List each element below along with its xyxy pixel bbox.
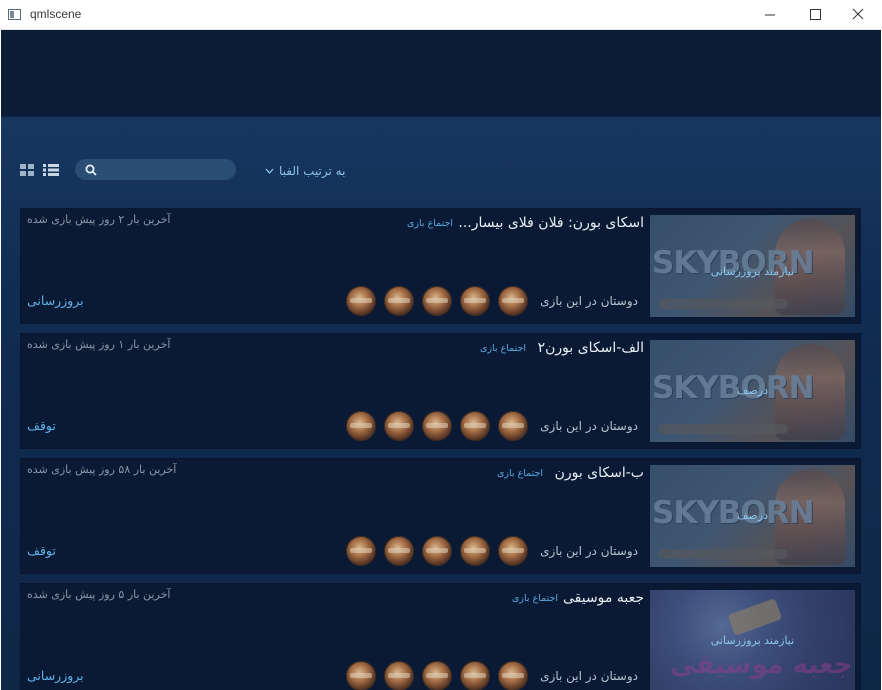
game-card[interactable]: SKYBORN درصف الف-اسکای بورن۲ اجتماع بازی… [20, 333, 861, 449]
friend-avatar[interactable] [422, 286, 452, 316]
close-icon [852, 8, 864, 20]
friend-avatar[interactable] [346, 411, 376, 441]
minimize-button[interactable] [758, 4, 782, 26]
game-thumbnail: جعبه موسیقی نیازمند بروزرسانی [650, 590, 855, 690]
friend-avatar[interactable] [346, 536, 376, 566]
friends-avatars [346, 411, 528, 441]
game-title[interactable]: ب-اسکای بورن [555, 465, 644, 481]
friends-label: دوستان در این بازی [540, 419, 638, 433]
friend-avatar[interactable] [460, 411, 490, 441]
friend-avatar[interactable] [460, 536, 490, 566]
friend-avatar[interactable] [384, 411, 414, 441]
thumbnail-status: نیازمند بروزرسانی [710, 265, 795, 278]
friends-avatars [346, 536, 528, 566]
update-button[interactable]: بروزرسانی [27, 668, 84, 683]
window-title: qmlscene [30, 7, 82, 21]
friends-label: دوستان در این بازی [540, 294, 638, 308]
friend-avatar[interactable] [422, 536, 452, 566]
thumbnail-status: درصف [737, 509, 768, 522]
friend-avatar[interactable] [460, 661, 490, 690]
grid-view-icon [20, 164, 34, 176]
friend-avatar[interactable] [460, 286, 490, 316]
friends-avatars [346, 661, 528, 690]
friend-avatar[interactable] [498, 286, 528, 316]
last-played-text: آخرین بار ۱ روز پیش بازی شده [27, 338, 171, 351]
game-thumbnail: SKYBORN درصف [650, 340, 855, 442]
thumbnail-status: نیازمند بروزرسانی [710, 634, 795, 647]
maximize-button[interactable] [803, 4, 827, 26]
grid-view-button[interactable] [20, 161, 35, 180]
pause-button[interactable]: توقف [27, 543, 56, 558]
friend-avatar[interactable] [346, 661, 376, 690]
game-thumbnail: SKYBORN درصف [650, 465, 855, 567]
minimize-icon [765, 14, 775, 16]
friends-label: دوستان در این بازی [540, 544, 638, 558]
game-card[interactable]: SKYBORN نیازمند بروزرسانی اسکای بورن: فل… [20, 208, 861, 324]
sort-label: به ترتیب الفبا [279, 164, 346, 178]
community-link[interactable]: اجتماع بازی [512, 593, 558, 604]
community-link[interactable]: اجتماع بازی [497, 468, 543, 479]
friend-avatar[interactable] [346, 286, 376, 316]
friends-label: دوستان در این بازی [540, 669, 638, 683]
game-card[interactable]: جعبه موسیقی نیازمند بروزرسانی جعبه موسیق… [20, 583, 861, 690]
community-link[interactable]: اجتماع بازی [407, 218, 453, 229]
list-view-button[interactable] [43, 161, 59, 180]
friend-avatar[interactable] [498, 411, 528, 441]
pause-button[interactable]: توقف [27, 418, 56, 433]
game-title[interactable]: الف-اسکای بورن۲ [538, 340, 644, 356]
header-band [1, 30, 881, 117]
search-input[interactable] [75, 159, 236, 180]
search-icon [85, 164, 97, 176]
update-button[interactable]: بروزرسانی [27, 293, 84, 308]
list-view-icon [43, 164, 59, 176]
friend-avatar[interactable] [384, 286, 414, 316]
last-played-text: آخرین بار ۵ روز پیش بازی شده [27, 588, 171, 601]
window-titlebar: qmlscene [0, 0, 882, 30]
thumbnail-status: درصف [737, 384, 768, 397]
app-content: به ترتیب الفبا SKYBORN نیازمند بروزرسانی… [1, 30, 881, 690]
friend-avatar[interactable] [384, 661, 414, 690]
close-button[interactable] [846, 4, 870, 26]
friend-avatar[interactable] [422, 661, 452, 690]
game-thumbnail: SKYBORN نیازمند بروزرسانی [650, 215, 855, 317]
friends-avatars [346, 286, 528, 316]
app-window-icon [8, 9, 21, 20]
community-link[interactable]: اجتماع بازی [480, 343, 526, 354]
friend-avatar[interactable] [422, 411, 452, 441]
friend-avatar[interactable] [498, 661, 528, 690]
game-title[interactable]: جعبه موسیقی [563, 590, 644, 606]
game-title[interactable]: اسکای بورن: فلان فلای بیسار... [458, 215, 644, 231]
friend-avatar[interactable] [384, 536, 414, 566]
maximize-icon [810, 9, 821, 20]
chevron-down-icon [265, 168, 274, 174]
game-card[interactable]: SKYBORN درصف ب-اسکای بورن اجتماع بازی آخ… [20, 458, 861, 574]
last-played-text: آخرین بار ۲ روز پیش بازی شده [27, 213, 171, 226]
last-played-text: آخرین بار ۵۸ روز پیش بازی شده [27, 463, 177, 476]
sort-dropdown[interactable]: به ترتیب الفبا [265, 162, 345, 180]
friend-avatar[interactable] [498, 536, 528, 566]
